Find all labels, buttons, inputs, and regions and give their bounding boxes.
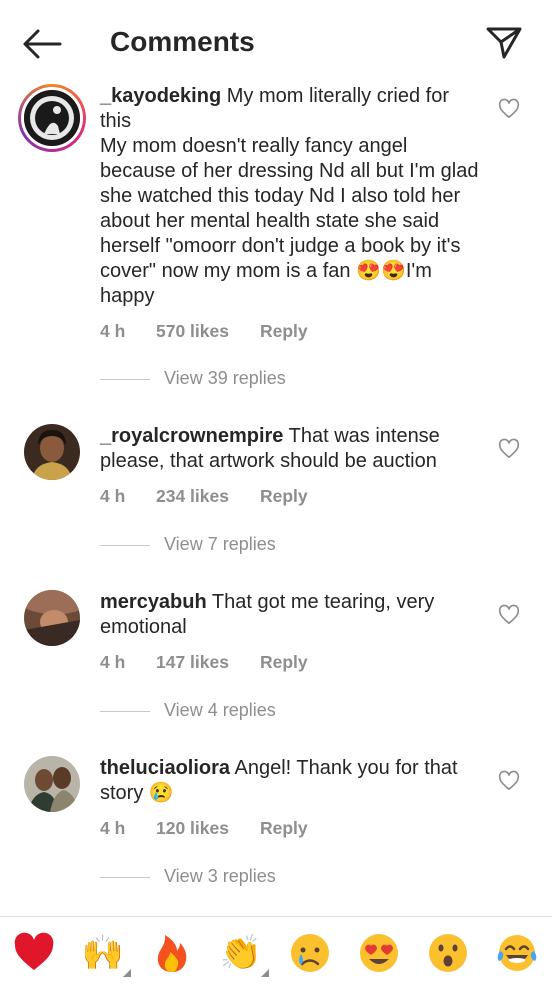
crying-face-emoji[interactable] <box>288 931 332 975</box>
surprised-face-emoji[interactable] <box>426 931 470 975</box>
comment-username[interactable]: mercyabuh <box>100 591 207 613</box>
comment-body: _kayodeking My mom literally cried for t… <box>100 84 480 345</box>
heart-eyes-icon <box>360 934 398 972</box>
header-bar: Comments <box>0 0 552 84</box>
comment-meta: 4 h 147 likes Reply <box>100 652 480 676</box>
avatar[interactable] <box>18 84 86 152</box>
view-replies-button[interactable]: View 3 replies <box>100 866 276 890</box>
avatar-image <box>24 756 80 812</box>
view-replies-button[interactable]: View 4 replies <box>100 700 276 724</box>
avatar[interactable] <box>24 756 80 812</box>
clapping-hands-emoji[interactable]: 👏 <box>219 931 269 977</box>
comment-time: 4 h <box>100 652 126 672</box>
comment-meta: 4 h 570 likes Reply <box>100 321 480 345</box>
tears-of-joy-icon <box>497 935 537 971</box>
red-heart-icon <box>14 932 54 970</box>
page-title: Comments <box>110 26 255 57</box>
comment-meta: 4 h 234 likes Reply <box>100 486 480 510</box>
view-replies-button[interactable]: View 7 replies <box>100 534 276 558</box>
comment-username[interactable]: theluciaoliora <box>100 757 230 779</box>
emoji-reaction-bar: 🙌 👏 <box>0 916 552 990</box>
comment-likes[interactable]: 234 likes <box>156 486 260 507</box>
variants-indicator <box>261 969 269 977</box>
comment-time: 4 h <box>100 818 126 838</box>
comment-time: 4 h <box>100 486 126 506</box>
replies-divider <box>100 378 150 380</box>
comment-username[interactable]: _kayodeking <box>100 85 221 107</box>
heart-outline-icon <box>498 438 520 459</box>
heart-outline-icon <box>498 604 520 625</box>
like-button[interactable] <box>498 438 520 460</box>
avatar-image <box>24 424 80 480</box>
surprised-face-icon <box>429 934 467 972</box>
like-button[interactable] <box>498 770 520 792</box>
comment-text: _royalcrownempire That was intense pleas… <box>100 424 480 474</box>
comment-text: _kayodeking My mom literally cried for t… <box>100 84 480 309</box>
comment-meta: 4 h 120 likes Reply <box>100 818 480 842</box>
avatar[interactable] <box>24 590 80 646</box>
fire-emoji[interactable] <box>150 931 194 975</box>
comment-body: mercyabuh That got me tearing, very emot… <box>100 590 480 676</box>
replies-divider <box>100 544 150 546</box>
comment-username[interactable]: _royalcrownempire <box>100 425 283 447</box>
red-heart-emoji[interactable] <box>12 931 56 975</box>
comment-body: _royalcrownempire That was intense pleas… <box>100 424 480 510</box>
comment-likes[interactable]: 570 likes <box>156 321 260 342</box>
view-replies-label: View 3 replies <box>164 866 276 886</box>
comment-content: My mom literally cried for this My mom d… <box>100 85 479 307</box>
reply-button[interactable]: Reply <box>260 652 308 673</box>
replies-divider <box>100 876 150 878</box>
reply-button[interactable]: Reply <box>260 818 308 839</box>
comment-likes[interactable]: 120 likes <box>156 818 260 839</box>
back-button[interactable] <box>20 26 64 62</box>
arrow-left-icon <box>23 29 62 59</box>
variants-indicator <box>123 969 131 977</box>
comment-likes[interactable]: 147 likes <box>156 652 260 673</box>
avatar[interactable] <box>24 424 80 480</box>
avatar-image <box>24 590 80 646</box>
comment-text: mercyabuh That got me tearing, very emot… <box>100 590 480 640</box>
comment-time: 4 h <box>100 321 126 341</box>
fire-icon <box>157 935 187 972</box>
paper-plane-icon <box>486 27 522 59</box>
avatar-image <box>24 90 80 146</box>
view-replies-label: View 39 replies <box>164 368 286 388</box>
share-button[interactable] <box>484 22 524 62</box>
view-replies-button[interactable]: View 39 replies <box>100 368 286 392</box>
crying-face-icon <box>291 934 329 972</box>
reply-button[interactable]: Reply <box>260 486 308 507</box>
view-replies-label: View 4 replies <box>164 700 276 720</box>
heart-outline-icon <box>498 770 520 791</box>
like-button[interactable] <box>498 98 520 120</box>
like-button[interactable] <box>498 604 520 626</box>
heart-outline-icon <box>498 98 520 119</box>
clapping-hands-glyph: 👏 <box>219 933 263 973</box>
comment-body: theluciaoliora Angel! Thank you for that… <box>100 756 480 842</box>
reply-button[interactable]: Reply <box>260 321 308 342</box>
comments-list[interactable]: _kayodeking My mom literally cried for t… <box>0 84 552 916</box>
raising-hands-glyph: 🙌 <box>81 933 125 973</box>
replies-divider <box>100 710 150 712</box>
tears-of-joy-emoji[interactable] <box>495 931 539 975</box>
raising-hands-emoji[interactable]: 🙌 <box>81 931 131 977</box>
heart-eyes-emoji[interactable] <box>357 931 401 975</box>
view-replies-label: View 7 replies <box>164 534 276 554</box>
comment-text: theluciaoliora Angel! Thank you for that… <box>100 756 480 806</box>
